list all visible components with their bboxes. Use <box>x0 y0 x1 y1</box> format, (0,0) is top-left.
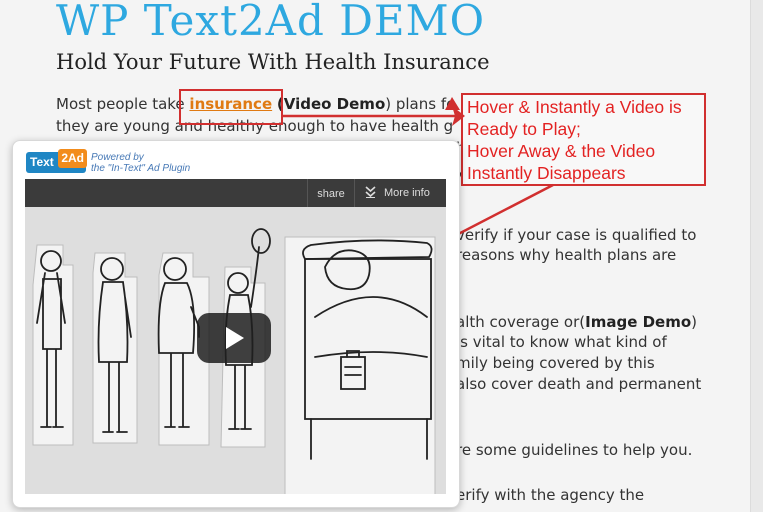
powered-by-line: Powered by <box>91 152 144 163</box>
powered-by-line: the "In-Text" Ad Plugin <box>91 163 191 174</box>
play-icon[interactable] <box>197 313 271 363</box>
video-player[interactable]: share More info <box>25 179 446 494</box>
text2ad-logo: Text 2Ad <box>26 149 87 173</box>
video-top-bar: share More info <box>25 179 446 207</box>
arrow-head-icon <box>445 97 460 110</box>
logo-text: Text <box>30 155 54 169</box>
share-button[interactable]: share <box>307 179 354 207</box>
more-info-button[interactable]: More info <box>354 179 446 207</box>
more-info-label: More info <box>384 187 430 199</box>
video-ad-popup[interactable]: Text 2Ad Powered by the "In-Text" Ad Plu… <box>12 140 460 508</box>
powered-by-text: Powered by the "In-Text" Ad Plugin <box>91 152 190 174</box>
chevron-down-double-icon <box>365 186 376 201</box>
logo-ad-badge: 2Ad <box>58 149 87 168</box>
